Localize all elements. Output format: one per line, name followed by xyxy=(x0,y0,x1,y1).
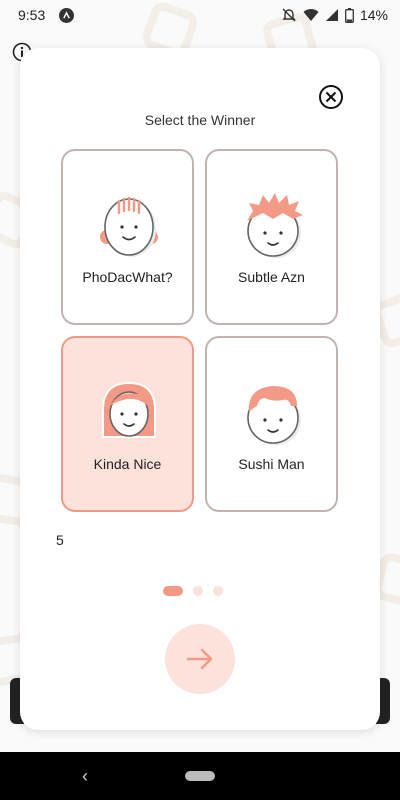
avatar-spiky-hair-icon xyxy=(247,193,303,258)
screen: 9:53 14% Select the Winner PhoDacWhat? S… xyxy=(0,0,400,800)
avatar-long-hair-icon xyxy=(102,382,156,438)
selection-count: 5 xyxy=(56,532,64,548)
signal-icon xyxy=(325,9,338,21)
avatar-headband-icon xyxy=(100,196,158,257)
battery-icon xyxy=(345,7,354,23)
option-card-phodacwhat[interactable]: PhoDacWhat? xyxy=(61,149,194,325)
next-button[interactable] xyxy=(165,624,235,694)
system-nav-bar: ‹ xyxy=(0,752,400,800)
status-icons: 14% xyxy=(281,7,388,23)
option-card-kinda-nice[interactable]: Kinda Nice xyxy=(61,336,194,512)
home-pill-icon[interactable] xyxy=(185,771,215,781)
avatar-short-hair-icon xyxy=(247,386,301,445)
page-indicator xyxy=(163,586,223,596)
app-notification-icon xyxy=(59,7,75,23)
battery-percent: 14% xyxy=(359,7,388,23)
page-dot-active xyxy=(163,586,183,596)
status-bar: 9:53 14% xyxy=(0,0,400,30)
winner-dialog: Select the Winner PhoDacWhat? Subtle Azn… xyxy=(20,48,380,730)
option-label: PhoDacWhat? xyxy=(82,269,173,285)
option-label: Subtle Azn xyxy=(238,269,305,285)
option-label: Sushi Man xyxy=(238,456,305,472)
dialog-title: Select the Winner xyxy=(144,112,256,128)
back-icon[interactable]: ‹ xyxy=(82,766,88,787)
wifi-icon xyxy=(303,9,319,21)
option-card-subtle-azn[interactable]: Subtle Azn xyxy=(205,149,338,325)
status-time: 9:53 xyxy=(18,7,46,23)
page-dot xyxy=(213,586,223,596)
dnd-off-icon xyxy=(282,8,296,22)
arrow-right-icon xyxy=(186,648,213,670)
option-label: Kinda Nice xyxy=(93,456,162,472)
close-icon[interactable] xyxy=(318,84,344,110)
page-dot xyxy=(193,586,203,596)
option-card-sushi-man[interactable]: Sushi Man xyxy=(205,336,338,512)
